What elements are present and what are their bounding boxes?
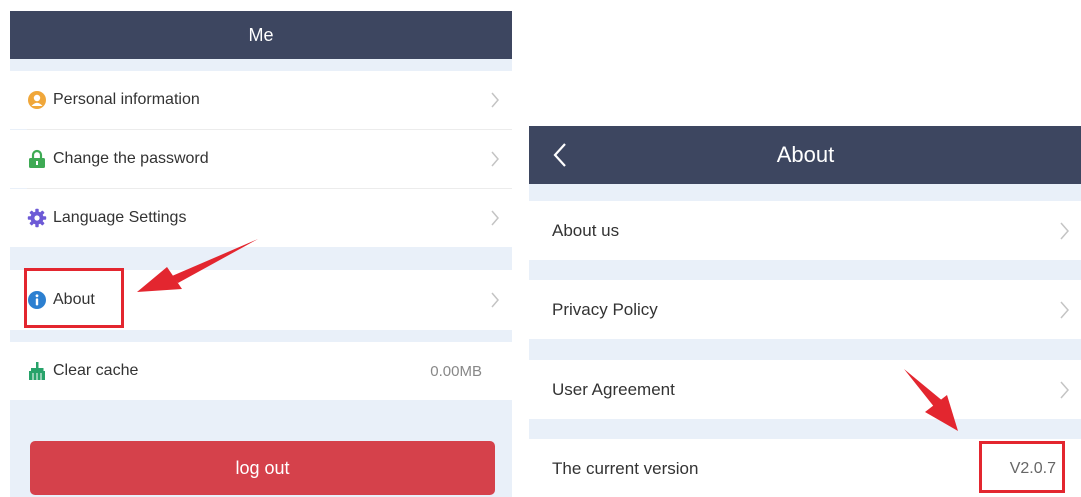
menu-item-clear-cache[interactable]: Clear cache 0.00MB bbox=[10, 342, 512, 400]
menu-item-label: User Agreement bbox=[552, 379, 675, 399]
chevron-right-icon bbox=[491, 210, 499, 226]
chevron-right-icon bbox=[491, 92, 499, 108]
chevron-right-icon bbox=[1060, 301, 1069, 318]
menu-item-label: Privacy Policy bbox=[552, 299, 658, 319]
person-icon bbox=[27, 90, 47, 110]
chevron-right-icon bbox=[1060, 381, 1069, 398]
page-title: About bbox=[776, 142, 835, 167]
menu-item-user-agreement[interactable]: User Agreement bbox=[529, 360, 1081, 419]
me-screen: Me Personal information Change the passw… bbox=[10, 11, 512, 497]
me-navbar: Me bbox=[10, 11, 512, 59]
chevron-right-icon bbox=[491, 292, 499, 308]
menu-item-label: About us bbox=[552, 220, 620, 240]
logout-label: log out bbox=[235, 457, 290, 478]
logout-button[interactable]: log out bbox=[30, 441, 495, 495]
cache-size: 0.00MB bbox=[430, 362, 482, 380]
menu-item-label: The current version bbox=[552, 459, 699, 478]
lock-icon bbox=[27, 149, 47, 169]
back-button[interactable] bbox=[547, 138, 573, 172]
menu-item-change-password[interactable]: Change the password bbox=[10, 130, 512, 188]
menu-item-label: Change the password bbox=[53, 150, 209, 167]
menu-item-label: Personal information bbox=[53, 91, 200, 108]
menu-item-about-us[interactable]: About us bbox=[529, 201, 1081, 260]
highlight-box-version bbox=[979, 441, 1065, 493]
highlight-box-about bbox=[24, 268, 124, 328]
broom-icon bbox=[27, 361, 47, 381]
menu-item-label: Clear cache bbox=[53, 362, 139, 379]
chevron-left-icon bbox=[553, 143, 566, 167]
menu-item-language-settings[interactable]: Language Settings bbox=[10, 189, 512, 247]
menu-item-privacy-policy[interactable]: Privacy Policy bbox=[529, 280, 1081, 339]
about-navbar: About bbox=[529, 126, 1081, 184]
page-title: Me bbox=[248, 24, 274, 45]
gear-icon bbox=[27, 208, 47, 228]
menu-item-label: Language Settings bbox=[53, 209, 187, 226]
menu-item-personal-information[interactable]: Personal information bbox=[10, 71, 512, 129]
chevron-right-icon bbox=[1060, 222, 1069, 239]
chevron-right-icon bbox=[491, 151, 499, 167]
